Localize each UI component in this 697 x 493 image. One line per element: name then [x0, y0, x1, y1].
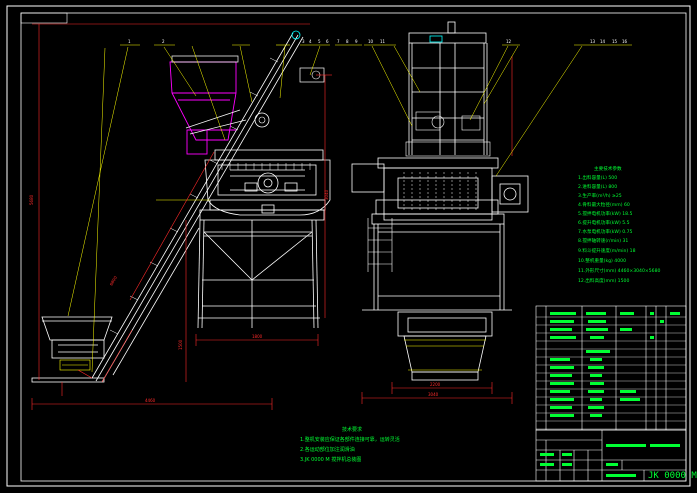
svg-text:12: 12 [506, 39, 512, 44]
cad-drawing-sheet: 12 34 56 78 9 5680 4460 3040 1500 1800 6… [0, 0, 697, 493]
svg-text:11: 11 [380, 39, 386, 44]
note-line: 3.JK 0000 M 搅拌机总装图 [300, 456, 361, 463]
svg-text:1500: 1500 [178, 339, 183, 350]
note-line: 1.整机安装应保证各部件连接可靠，运转灵活 [300, 436, 400, 443]
svg-text:3040: 3040 [428, 392, 439, 397]
spec-line: 4.骨料最大粒径(mm) 60 [578, 201, 630, 208]
spec-line: 1.出料容量(L) 500 [578, 174, 617, 181]
spec-line: 10.整机重量(kg) 4000 [578, 257, 626, 264]
spec-line: 6.提升电机功率(kW) 5.5 [578, 219, 630, 226]
svg-text:5680: 5680 [29, 194, 34, 205]
svg-text:2200: 2200 [430, 382, 441, 387]
spec-line: 5.搅拌电机功率(kW) 18.5 [578, 210, 632, 217]
svg-text:15: 15 [612, 39, 618, 44]
spec-heading: 主要技术参数 [594, 165, 622, 172]
spec-line: 12.出料高度(mm) 1500 [578, 277, 629, 284]
spec-line: 7.水泵电机功率(kW) 0.75 [578, 228, 632, 235]
svg-text:10: 10 [368, 39, 374, 44]
svg-text:16: 16 [622, 39, 628, 44]
spec-line: 2.进料容量(L) 800 [578, 183, 617, 190]
notes-heading: 技术要求 [342, 426, 362, 433]
svg-text:4460: 4460 [145, 398, 156, 403]
spec-line: 11.外形尺寸(mm) 4460×3040×5680 [578, 267, 661, 274]
svg-text:13: 13 [590, 39, 596, 44]
spec-line: 8.搅拌轴转速(r/min) 31 [578, 237, 628, 244]
svg-text:3040: 3040 [324, 189, 329, 200]
note-line: 2.各运动部位加注润滑油 [300, 446, 355, 453]
spec-line: 9.料斗提升速度(m/min) 18 [578, 247, 636, 254]
svg-text:1800: 1800 [252, 334, 263, 339]
drawing-number: JK 0000 M [648, 471, 697, 481]
spec-line: 3.生产率(m³/h) ≥25 [578, 192, 622, 199]
svg-text:14: 14 [600, 39, 606, 44]
